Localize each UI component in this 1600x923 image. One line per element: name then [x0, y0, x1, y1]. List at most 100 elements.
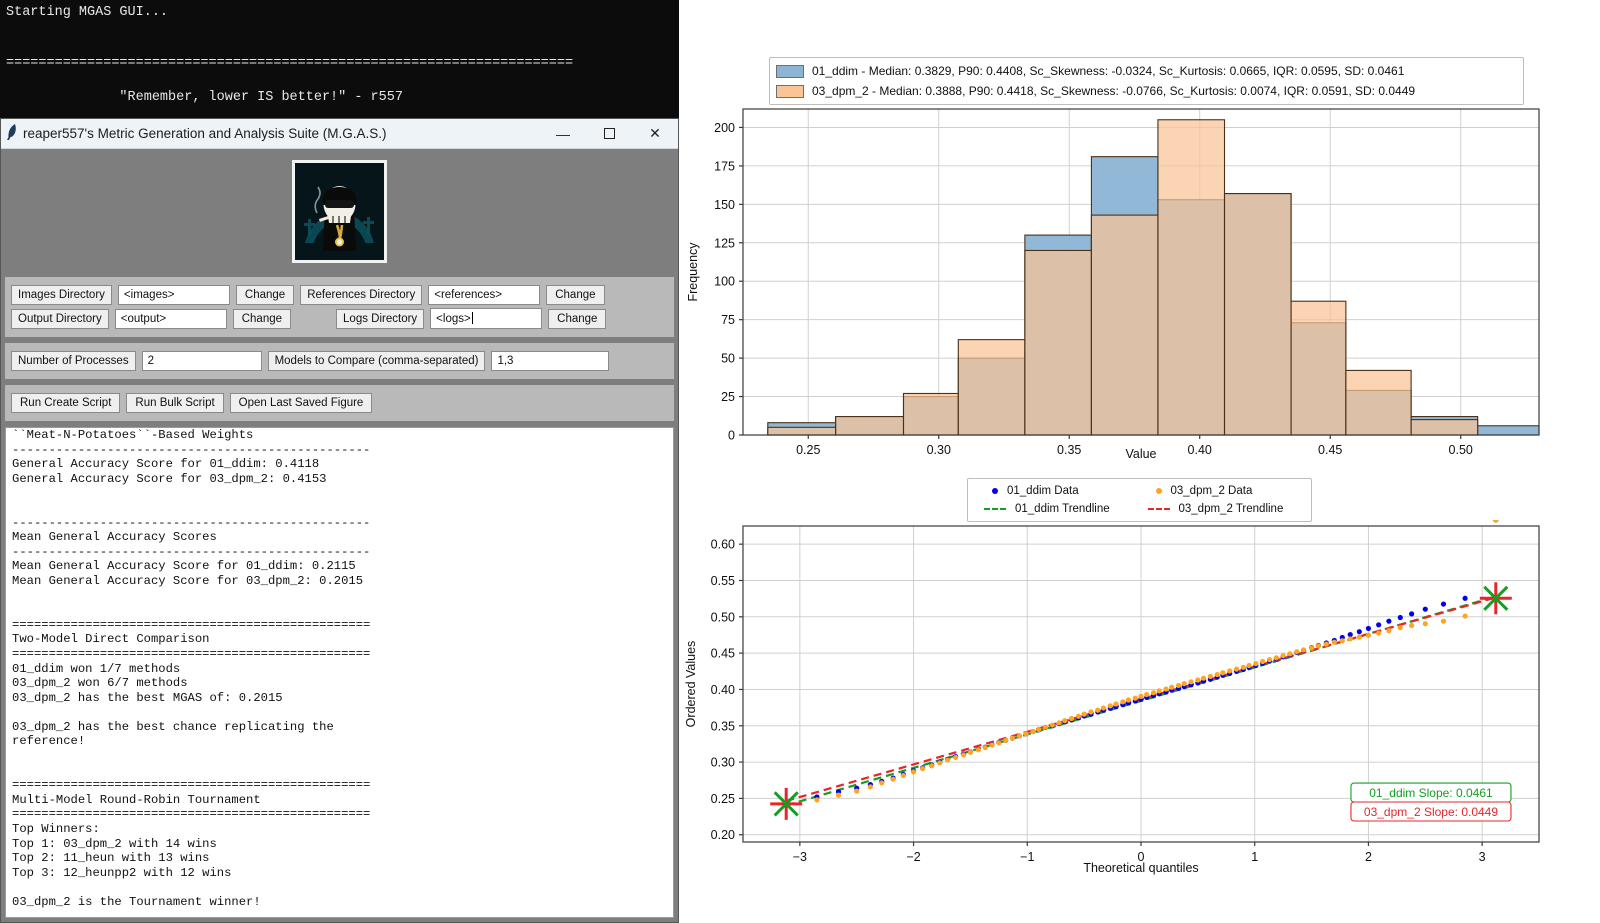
qq-x-axis-label: Theoretical quantiles	[1083, 861, 1198, 875]
console-text: ``Meat-N-Potatoes``-Based Weights ------…	[12, 428, 371, 909]
qq-data-point	[854, 788, 860, 794]
qq-legend-entry-01-ddim-data: 01_ddim Data	[976, 485, 1140, 497]
models-to-compare-input[interactable]: 1,3	[491, 351, 610, 371]
logs-directory-input[interactable]: <logs>	[430, 308, 543, 329]
histogram-bar	[902, 392, 959, 436]
qq-data-point	[1365, 632, 1372, 638]
close-button[interactable]: ✕	[632, 119, 678, 149]
run-create-script-button[interactable]: Run Create Script	[11, 393, 121, 413]
qq-data-point	[879, 780, 885, 786]
qq-data-point	[1023, 731, 1029, 737]
svg-text:0.50: 0.50	[1449, 443, 1473, 457]
svg-text:1: 1	[1251, 850, 1258, 864]
qq-data-point	[1088, 709, 1094, 715]
qq-plot-chart: 01_ddim Slope: 0.0461 03_dpm_2 Slope: 0.0…	[684, 520, 1540, 875]
histogram-bar	[1477, 425, 1540, 436]
qq-data-point	[1376, 622, 1382, 628]
svg-text:50: 50	[721, 352, 735, 366]
figure-panel: 01_ddim - Median: 0.3829, P90: 0.4408, S…	[679, 0, 1600, 923]
qq-data-point	[937, 760, 943, 766]
qq-data-point	[835, 792, 842, 798]
qq-data-point	[1365, 625, 1372, 632]
svg-text:100: 100	[714, 275, 735, 289]
qq-slope-annotation-text: 01_ddim Slope: 0.0461	[1369, 786, 1493, 800]
histogram-bar	[1157, 119, 1226, 436]
qq-data-point	[920, 766, 926, 772]
references-directory-input[interactable]: <references>	[428, 285, 541, 305]
models-to-compare-label: Models to Compare (comma-separated)	[267, 351, 486, 371]
qq-data-point	[1009, 735, 1016, 741]
qq-data-point	[1195, 677, 1201, 683]
histogram-bar	[1410, 419, 1479, 436]
qq-data-point	[1260, 658, 1266, 665]
minimize-button[interactable]: —	[540, 119, 586, 149]
directories-row-2: Output Directory <output> Change Logs Di…	[11, 308, 668, 329]
histogram-chart: 0 25 50 75 100 125 150 175 200 0.25 0.30 0.35 0.40 0…	[686, 108, 1540, 461]
qq-legend-label: 01_ddim Data	[1007, 485, 1079, 497]
qq-data-point	[982, 744, 988, 751]
window-body: Images Directory <images> Change Referen…	[1, 149, 678, 922]
qq-data-point	[1125, 697, 1132, 703]
qq-data-point	[1462, 595, 1468, 601]
qq-data-point	[996, 740, 1002, 746]
histogram-x-axis-label: Value	[1125, 447, 1156, 461]
svg-text:−1: −1	[1020, 850, 1034, 864]
qq-data-point	[1220, 670, 1226, 676]
svg-text:0.40: 0.40	[1188, 443, 1212, 457]
qq-data-point	[910, 769, 917, 775]
svg-text:−3: −3	[793, 850, 807, 864]
qq-y-ticks: 0.20 0.25 0.30 0.35 0.40 0.45 0.50 0.55 0.60	[711, 538, 743, 842]
qq-legend-label: 03_dpm_2 Trendline	[1178, 503, 1284, 515]
parameters-row: Number of Processes 2 Models to Compare …	[11, 351, 668, 371]
qq-data-point	[1214, 671, 1220, 678]
number-of-processes-input[interactable]: 2	[141, 351, 262, 371]
references-directory-change-button[interactable]: Change	[546, 285, 605, 305]
logs-directory-change-button[interactable]: Change	[548, 308, 607, 329]
images-directory-change-button[interactable]: Change	[235, 285, 295, 305]
svg-text:0.25: 0.25	[711, 792, 735, 806]
output-directory-change-button[interactable]: Change	[232, 308, 292, 329]
qq-data-point	[1422, 606, 1428, 612]
svg-text:0.30: 0.30	[711, 756, 735, 770]
qq-data-point	[1036, 726, 1042, 733]
output-directory-input[interactable]: <output>	[114, 308, 227, 329]
histogram-bar	[957, 339, 1026, 436]
qq-data-point	[1107, 703, 1113, 709]
qq-data-point	[1440, 601, 1447, 607]
qq-data-point	[1062, 718, 1068, 724]
svg-text:0.35: 0.35	[711, 719, 735, 733]
qq-slope-annotations: 01_ddim Slope: 0.0461 03_dpm_2 Slope: 0.0…	[1350, 782, 1512, 822]
maximize-button[interactable]	[586, 119, 632, 149]
svg-text:150: 150	[714, 198, 735, 212]
qq-data-point	[1331, 639, 1337, 645]
qq-data-point	[1323, 641, 1329, 647]
qq-data-point	[1227, 668, 1233, 674]
qq-data-point	[1163, 686, 1169, 692]
qq-data-point	[1144, 691, 1150, 698]
run-bulk-script-button[interactable]: Run Bulk Script	[126, 393, 224, 413]
svg-text:0.40: 0.40	[711, 683, 735, 697]
output-directory-label: Output Directory	[11, 308, 109, 329]
svg-text:0.45: 0.45	[711, 647, 735, 661]
actions-panel: Run Create Script Run Bulk Script Open L…	[5, 385, 674, 421]
window-title: reaper557's Metric Generation and Analys…	[23, 126, 387, 141]
open-last-saved-figure-button[interactable]: Open Last Saved Figure	[229, 393, 373, 413]
qq-data-point	[1056, 720, 1062, 726]
reaper-skull-logo	[292, 160, 387, 263]
orange-dot-icon	[1155, 488, 1162, 494]
qq-data-point	[1315, 643, 1321, 649]
console-output[interactable]: ``Meat-N-Potatoes``-Based Weights ------…	[5, 427, 674, 918]
qq-legend-row-2: 01_ddim Trendline 03_dpm_2 Trendline	[976, 500, 1303, 518]
qq-data-point	[1081, 711, 1087, 717]
images-directory-input[interactable]: <images>	[117, 285, 230, 305]
qq-data-point	[1240, 664, 1246, 670]
qq-legend-entry-01-ddim-trendline: 01_ddim Trendline	[976, 503, 1140, 515]
svg-text:2: 2	[1365, 850, 1372, 864]
images-directory-label: Images Directory	[11, 285, 112, 305]
red-dashed-line-icon	[1147, 508, 1170, 510]
svg-text:0.50: 0.50	[711, 610, 735, 624]
legend-entry-03-dpm-2: 03_dpm_2 - Median: 0.3888, P90: 0.4418, …	[776, 81, 1517, 101]
qq-y-axis-label: Ordered Values	[684, 641, 698, 728]
qq-data-point	[867, 784, 873, 790]
qq-data-point	[1207, 673, 1213, 679]
